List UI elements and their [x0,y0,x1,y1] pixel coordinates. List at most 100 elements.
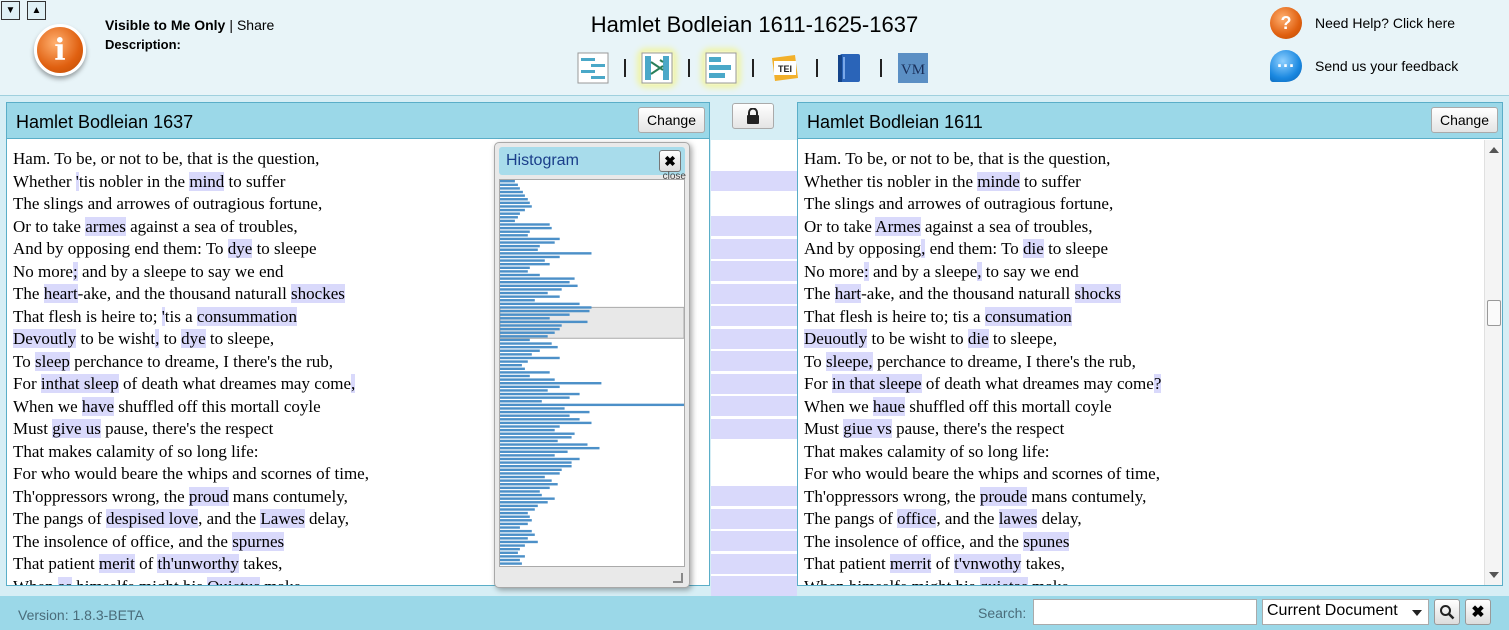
variant-highlight[interactable]: mind [189,171,225,191]
alignment-connector[interactable] [711,486,797,506]
alignment-connector[interactable] [711,171,797,191]
scroll-thumb[interactable] [1487,300,1501,326]
variant-highlight[interactable]: despised love [106,509,199,528]
version-label: Version: 1.8.3-BETA [18,607,144,623]
toolbar-separator [880,59,882,77]
variant-highlight[interactable]: minde [977,171,1020,191]
feedback-link[interactable]: ··· Send us your feedback [1270,50,1458,82]
search-scope-select[interactable]: Current Document [1262,599,1429,625]
histogram-close-button[interactable]: ✖ [659,150,681,172]
text-segment: When we [13,396,82,416]
change-button[interactable]: Change [637,107,705,133]
text-line: The hart-ake, and the thousand naturall … [804,283,1502,306]
variant-highlight[interactable]: have [81,396,115,416]
histogram-dialog[interactable]: Histogram ✖ close [494,142,690,588]
histogram-bar [500,187,520,190]
variant-highlight[interactable]: sleep [34,351,70,371]
variant-highlight[interactable]: inthat sleep [40,374,119,393]
variant-highlight[interactable]: Quietus [207,576,260,585]
variant-highlight[interactable]: armes [85,216,126,236]
histogram-titlebar[interactable]: Histogram ✖ [499,147,685,175]
sync-lock-button[interactable] [732,103,774,129]
variant-highlight[interactable]: Deuoutly [804,329,868,348]
histogram-bar [500,374,530,378]
vertical-scrollbar[interactable] [1484,140,1502,585]
histogram-plot[interactable] [499,179,685,567]
alignment-connector[interactable] [711,328,797,349]
text-segment: And by opposing [804,239,922,258]
variant-highlight[interactable]: merrit [889,554,932,573]
alignment-connector[interactable] [711,396,797,416]
variant-highlight[interactable]: give us [52,419,101,438]
histogram-bar [500,519,532,522]
search-button[interactable] [1434,599,1460,625]
variant-highlight[interactable]: die [967,329,989,348]
help-area: ? Need Help? Click here ··· Send us your… [1270,7,1458,94]
variant-highlight[interactable]: in that sleepe [831,374,922,393]
search-input[interactable] [1033,599,1257,625]
variant-highlight[interactable]: dye [227,239,253,258]
alignment-connector[interactable] [711,553,797,574]
alignment-connector[interactable] [711,351,797,371]
histogram-title: Histogram [506,152,579,169]
variant-highlight[interactable]: dye [181,329,206,348]
lock-icon [747,108,759,124]
variant-highlight[interactable]: t'vnwothy [954,554,1022,573]
alignment-connector[interactable] [711,418,797,439]
tei-button[interactable]: TEI [768,51,802,85]
alignment-connector[interactable] [711,508,797,529]
alignment-connector[interactable] [711,261,797,281]
help-link[interactable]: ? Need Help? Click here [1270,7,1458,39]
variant-highlight[interactable]: quietas [979,576,1028,585]
variant-highlight[interactable]: , [351,374,356,393]
text-segment: The slings and arrowes of outragious for… [13,194,323,213]
variant-highlight[interactable]: spunes [1023,531,1070,551]
description-label: Description: [105,37,181,52]
text-segment: When himselfe might his [804,577,980,586]
collate-button[interactable] [640,51,674,85]
alignment-connector[interactable] [711,576,797,596]
resize-handle-icon[interactable] [673,573,683,583]
variant-highlight[interactable]: hart [834,284,862,303]
variant-highlight[interactable]: proud [188,486,229,506]
histogram-bar [500,345,558,349]
side-by-side-button[interactable] [576,51,610,85]
variant-highlight[interactable]: shocks [1074,284,1121,303]
variant-highlight[interactable]: Lawes [260,509,305,528]
variant-highlight[interactable]: giue vs [843,419,892,438]
variant-highlight[interactable]: Armes [875,216,921,236]
variant-highlight[interactable]: consummation [196,306,298,326]
histogram-bar [500,537,528,540]
histogram-bar [500,475,545,479]
variant-highlight[interactable]: consumation [984,306,1072,326]
alignment-connector[interactable] [711,306,797,326]
vm-button[interactable]: VM [896,51,930,85]
alignment-connector[interactable] [711,531,797,551]
clear-search-button[interactable]: ✖ [1465,599,1491,625]
variant-highlight[interactable]: shockes [291,284,345,303]
text-segment: and by a sleepe to say we end [77,261,284,281]
alignment-connector[interactable] [711,238,797,259]
variant-highlight[interactable]: die [1023,239,1044,258]
variant-highlight[interactable]: proude [979,486,1028,506]
alignment-connector[interactable] [711,373,797,394]
change-button[interactable]: Change [1430,107,1498,133]
scroll-down-icon[interactable] [1489,572,1499,578]
variant-highlight[interactable]: heart [43,284,78,303]
variant-highlight[interactable]: office [897,509,937,528]
variant-highlight[interactable]: th'unworthy [157,554,239,573]
scroll-up-icon[interactable] [1489,147,1499,153]
book-button[interactable] [832,51,866,85]
variant-highlight[interactable]: as [57,576,73,585]
variant-highlight[interactable]: haue [872,396,906,416]
variant-highlight[interactable]: ? [1153,374,1162,393]
variant-highlight[interactable]: spurnes [232,531,285,551]
heatmap-button[interactable] [704,51,738,85]
variant-highlight[interactable]: merit [98,554,135,573]
histogram-bar [500,216,518,219]
alignment-connector[interactable] [711,283,797,304]
variant-highlight[interactable]: Devoutly [13,329,77,348]
variant-highlight[interactable]: lawes [998,509,1038,528]
variant-highlight[interactable]: sleepe, [825,351,873,371]
alignment-connector[interactable] [711,216,797,236]
